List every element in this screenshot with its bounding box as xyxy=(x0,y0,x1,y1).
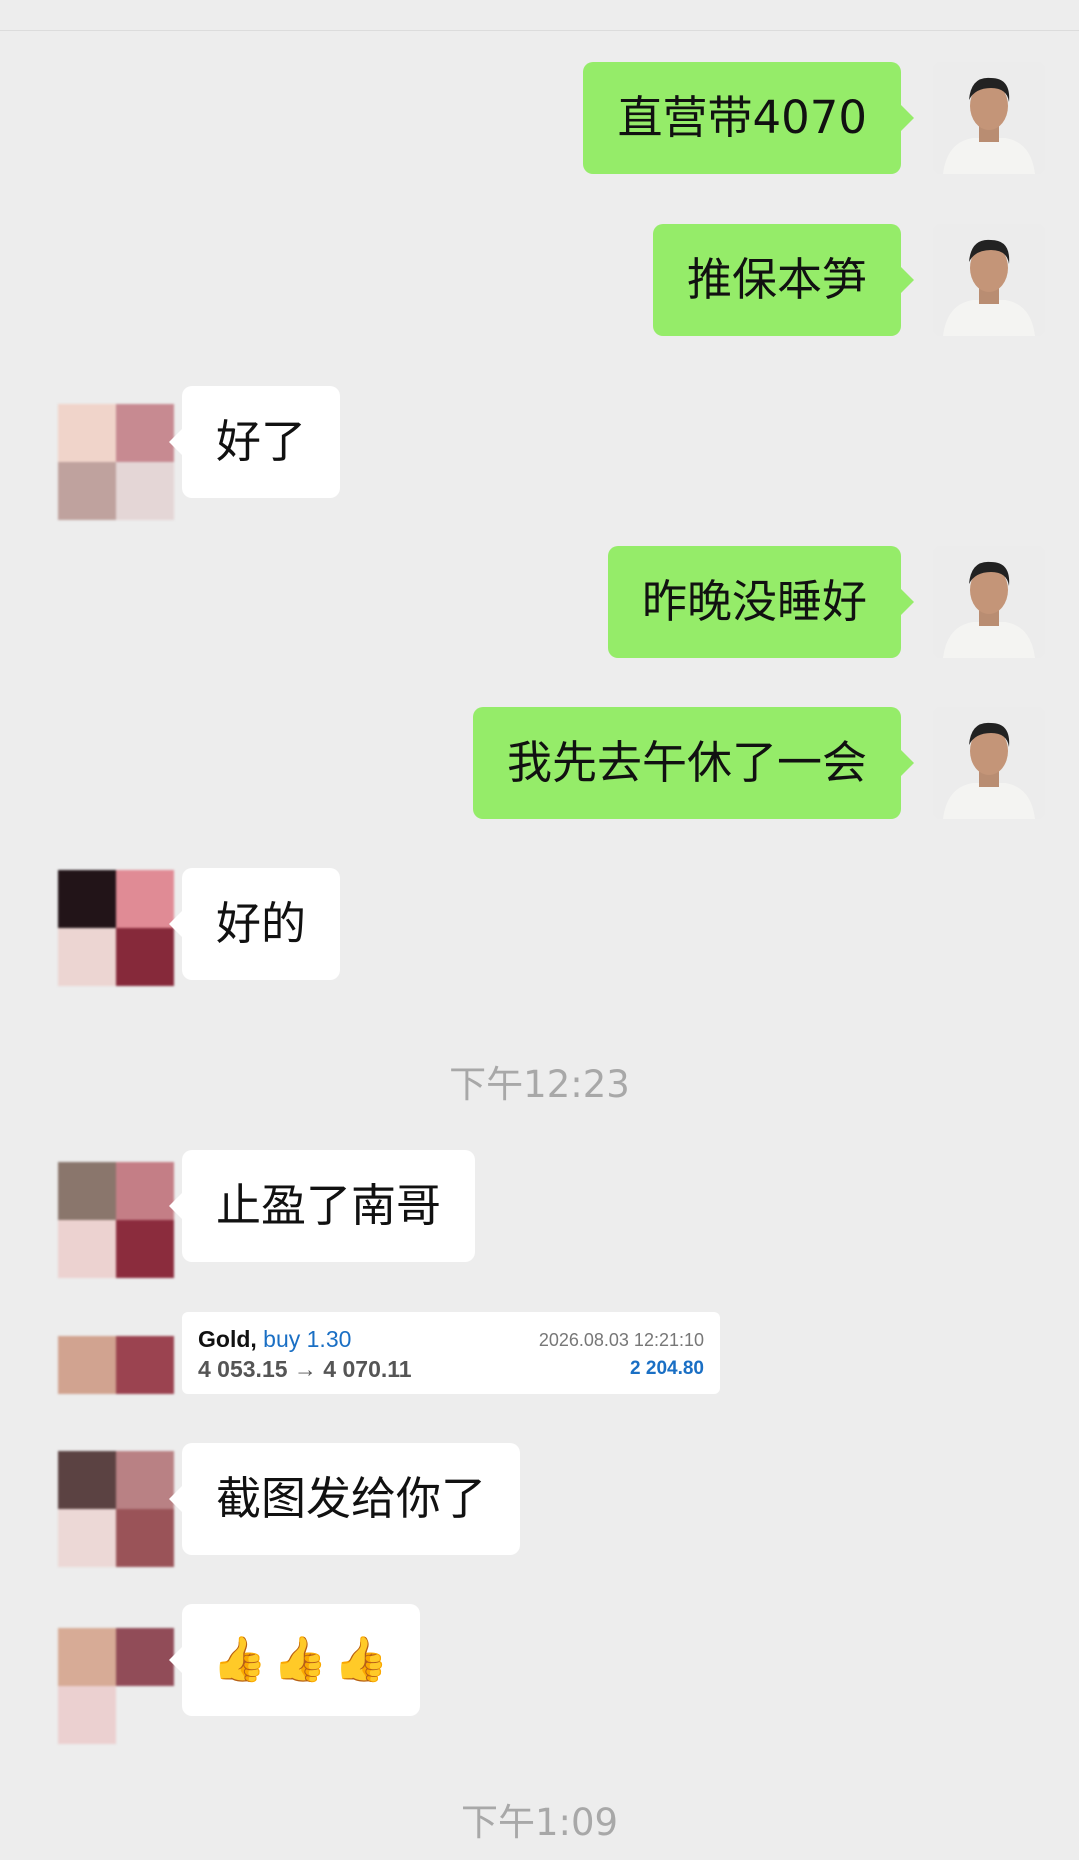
top-divider xyxy=(0,30,1079,31)
avatar[interactable] xyxy=(58,1336,174,1394)
message-timestamp: 下午12:23 xyxy=(449,1063,630,1106)
chat-bubble-incoming[interactable]: 👍 👍 👍 xyxy=(169,1604,420,1716)
trade-profit: 2 204.80 xyxy=(630,1358,704,1379)
avatar[interactable] xyxy=(933,707,1045,819)
trade-action: buy 1.30 xyxy=(263,1326,352,1352)
chat-bubble-incoming[interactable]: 截图发给你了 xyxy=(168,1443,521,1555)
message-timestamp: 下午1:09 xyxy=(460,1801,619,1844)
avatar[interactable] xyxy=(933,224,1045,336)
thumbs-up-icon: 👍 xyxy=(333,1634,389,1685)
trade-title: Gold, buy 1.30 xyxy=(198,1326,351,1353)
emoji-message: 👍 👍 👍 xyxy=(212,1604,390,1716)
chat-bubble-outgoing[interactable]: 我先去午休了一会 xyxy=(472,707,915,819)
trade-datetime: 2026.08.03 12:21:10 xyxy=(538,1330,704,1350)
chat-bubble-outgoing[interactable]: 直营带4070 xyxy=(583,62,914,174)
thumbs-up-icon: 👍 xyxy=(212,1634,267,1685)
thumbs-up-icon: 👍 xyxy=(272,1634,328,1685)
avatar[interactable] xyxy=(933,62,1045,174)
trade-screenshot-card[interactable]: Gold, buy 1.30 4 053.15 → 4 070.11 2026.… xyxy=(182,1312,720,1394)
chat-bubble-outgoing[interactable]: 昨晚没睡好 xyxy=(607,546,915,658)
trade-symbol: Gold, xyxy=(198,1326,257,1352)
avatar[interactable] xyxy=(58,870,174,986)
avatar[interactable] xyxy=(58,1628,174,1744)
avatar[interactable] xyxy=(933,546,1045,658)
avatar[interactable] xyxy=(58,404,174,520)
avatar[interactable] xyxy=(58,1451,174,1567)
chat-bubble-incoming[interactable]: 好的 xyxy=(168,868,341,980)
avatar[interactable] xyxy=(58,1162,174,1278)
trade-prices: 4 053.15 → 4 070.11 xyxy=(198,1356,412,1382)
chat-bubble-incoming[interactable]: 好了 xyxy=(168,386,341,498)
chat-bubble-outgoing[interactable]: 推保本笋 xyxy=(652,224,915,336)
chat-bubble-incoming[interactable]: 止盈了南哥 xyxy=(168,1150,476,1262)
